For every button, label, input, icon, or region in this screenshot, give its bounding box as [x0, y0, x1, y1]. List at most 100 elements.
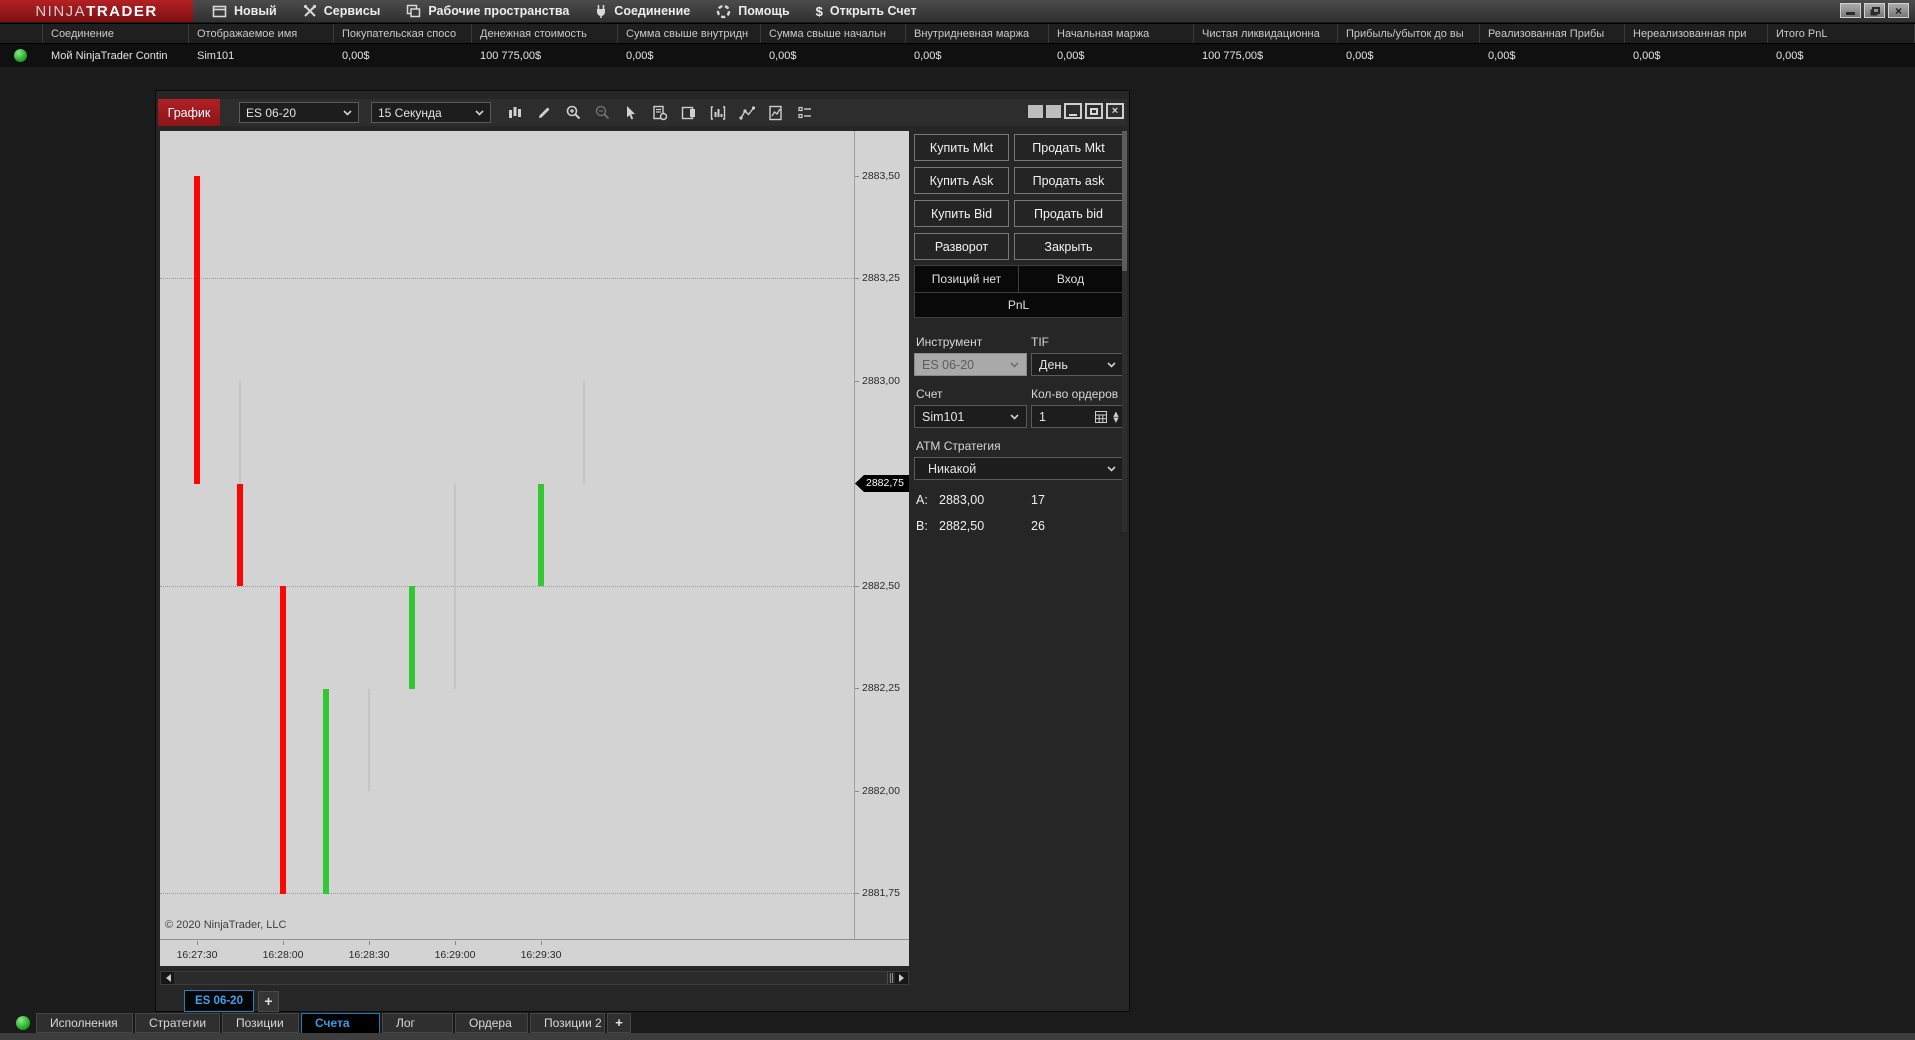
time-axis-tick [541, 941, 542, 945]
draw-icon[interactable] [535, 104, 553, 122]
menu-workspaces[interactable]: Рабочие пространства [393, 0, 582, 22]
restore-button[interactable] [1864, 3, 1885, 18]
column-header[interactable]: Сумма свыше начальн [761, 24, 906, 43]
column-header[interactable]: Сумма свыше внутридн [618, 24, 761, 43]
column-header[interactable]: Прибыль/убыток до вы [1338, 24, 1480, 43]
status-column-header[interactable] [0, 24, 43, 43]
chart-tab-grafik[interactable]: График [158, 99, 220, 126]
column-header[interactable]: Денежная стоимость [472, 24, 618, 43]
restore-icon [1871, 7, 1880, 14]
menu-connections[interactable]: Соединение [582, 0, 703, 22]
price-axis-tick [855, 893, 859, 894]
add-tab-button[interactable]: + [607, 1013, 631, 1033]
chart-maximize-button[interactable] [1085, 103, 1103, 119]
bottom-tab-6[interactable]: Позиции 2 [530, 1013, 605, 1033]
templates-icon[interactable] [767, 104, 785, 122]
scroll-left-icon [162, 974, 171, 982]
buy-ask-button[interactable]: Купить Ask [914, 167, 1009, 194]
table-cell: 0,00$ [914, 49, 942, 62]
chart-minimize-button[interactable] [1064, 103, 1082, 119]
data-box-icon[interactable] [651, 104, 669, 122]
cursor-icon[interactable] [622, 104, 640, 122]
column-header[interactable]: Реализованная Прибы [1480, 24, 1625, 43]
properties-icon[interactable] [796, 104, 814, 122]
account-select[interactable]: Sim101 [914, 405, 1027, 428]
chart-instrument-tab[interactable]: ES 06-20 [184, 990, 254, 1012]
time-axis[interactable]: 16:27:30 16:28:00 16:28:30 16:29:00 16:29:30 [160, 939, 909, 966]
column-header[interactable]: Итого PnL [1768, 24, 1915, 43]
menu-help[interactable]: Помощь [703, 0, 802, 22]
time-axis-tick [197, 941, 198, 945]
quantity-stepper[interactable]: 1 ▲ ▼ [1031, 405, 1124, 428]
price-axis[interactable]: 2883,50 2883,25 2883,00 2882,75 2882,50 2882,… [854, 131, 909, 939]
account-field-label: Счет [916, 387, 943, 401]
atm-strategy-select[interactable]: Никакой [914, 457, 1124, 480]
time-axis-tick [283, 941, 284, 945]
bottom-tab-2[interactable]: Позиции [222, 1013, 299, 1033]
scroll-right-button[interactable] [895, 972, 908, 984]
time-axis-tick [455, 941, 456, 945]
bottom-tab-1[interactable]: Стратегии [135, 1013, 220, 1033]
menu-services[interactable]: Сервисы [290, 0, 394, 22]
table-cell: Sim101 [197, 49, 235, 62]
close-button[interactable]: × [1888, 3, 1909, 18]
column-header[interactable]: Внутридневная маржа [906, 24, 1049, 43]
price-bar-down [280, 586, 286, 894]
reverse-button[interactable]: Разворот [914, 233, 1009, 260]
column-header[interactable]: Соединение [43, 24, 189, 43]
add-chart-tab-button[interactable]: + [258, 990, 279, 1012]
indicators-icon[interactable] [709, 104, 727, 122]
spinner-down-icon[interactable]: ▼ [1111, 416, 1121, 423]
column-header[interactable]: Начальная маржа [1049, 24, 1194, 43]
scrollbar-thumb[interactable] [174, 972, 888, 984]
table-cell: Мой NinjaTrader Contin [51, 49, 168, 62]
instrument-select[interactable]: ES 06-20 [914, 353, 1027, 376]
menu-open-account[interactable]: $ Открыть Счет [803, 0, 930, 22]
minimize-button[interactable] [1840, 3, 1861, 18]
price-axis-tick [855, 585, 859, 587]
close-position-button[interactable]: Закрыть [1014, 233, 1123, 260]
interval-dropdown[interactable]: 15 Секунда [371, 102, 491, 123]
ask-quote-label: A: [916, 493, 928, 507]
table-cell: 0,00$ [342, 49, 370, 62]
price-bar-up [538, 483, 544, 586]
bottom-tab-0[interactable]: Исполнения [36, 1013, 133, 1033]
menu-label: Открыть Счет [829, 4, 917, 18]
sell-bid-button[interactable]: Продать bid [1014, 200, 1123, 227]
chart-plot[interactable]: © 2020 NinjaTrader, LLC [160, 131, 854, 939]
bottom-tab-5[interactable]: Ордера [455, 1013, 528, 1033]
line-tools-icon[interactable] [738, 104, 756, 122]
tif-select[interactable]: День [1031, 353, 1124, 376]
column-header[interactable]: Чистая ликвидационна [1194, 24, 1338, 43]
panel-scrollbar-thumb[interactable] [1122, 131, 1127, 271]
price-axis-label: 2882,00 [862, 784, 900, 797]
buy-mkt-button[interactable]: Купить Mkt [914, 134, 1009, 161]
scrollbar-grip[interactable] [888, 973, 895, 983]
column-header[interactable]: Нереализованная при [1625, 24, 1768, 43]
zoom-out-icon[interactable] [593, 104, 611, 122]
square-toggle-icon[interactable] [1028, 104, 1043, 118]
chart-horizontal-scrollbar[interactable] [160, 971, 909, 985]
column-header[interactable]: Покупательская спосо [334, 24, 472, 43]
menu-label: Рабочие пространства [428, 4, 570, 18]
sell-mkt-button[interactable]: Продать Mkt [1014, 134, 1123, 161]
close-icon: × [1894, 3, 1902, 18]
bottom-tab-4[interactable]: Лог [382, 1013, 453, 1033]
column-header[interactable]: Отображаемое имя [189, 24, 334, 43]
instrument-dropdown[interactable]: ES 06-20 [239, 102, 359, 123]
price-gridline [160, 278, 854, 279]
scroll-left-button[interactable] [161, 972, 174, 984]
chart-trader-icon[interactable] [680, 104, 698, 122]
square-toggle-icon[interactable] [1046, 104, 1061, 118]
buy-bid-button[interactable]: Купить Bid [914, 200, 1009, 227]
price-bar-down [237, 483, 243, 586]
sell-ask-button[interactable]: Продать ask [1014, 167, 1123, 194]
chart-close-button[interactable]: × [1106, 103, 1124, 119]
chart-style-icon[interactable] [506, 104, 524, 122]
panel-scrollbar[interactable] [1122, 131, 1127, 532]
menu-new[interactable]: Новый [199, 0, 290, 22]
zoom-in-icon[interactable] [564, 104, 582, 122]
table-row[interactable]: Мой NinjaTrader Contin Sim101 0,00$ 100 775… [0, 44, 1915, 67]
table-cell: 0,00$ [1776, 49, 1804, 62]
price-axis-tick [855, 688, 859, 689]
